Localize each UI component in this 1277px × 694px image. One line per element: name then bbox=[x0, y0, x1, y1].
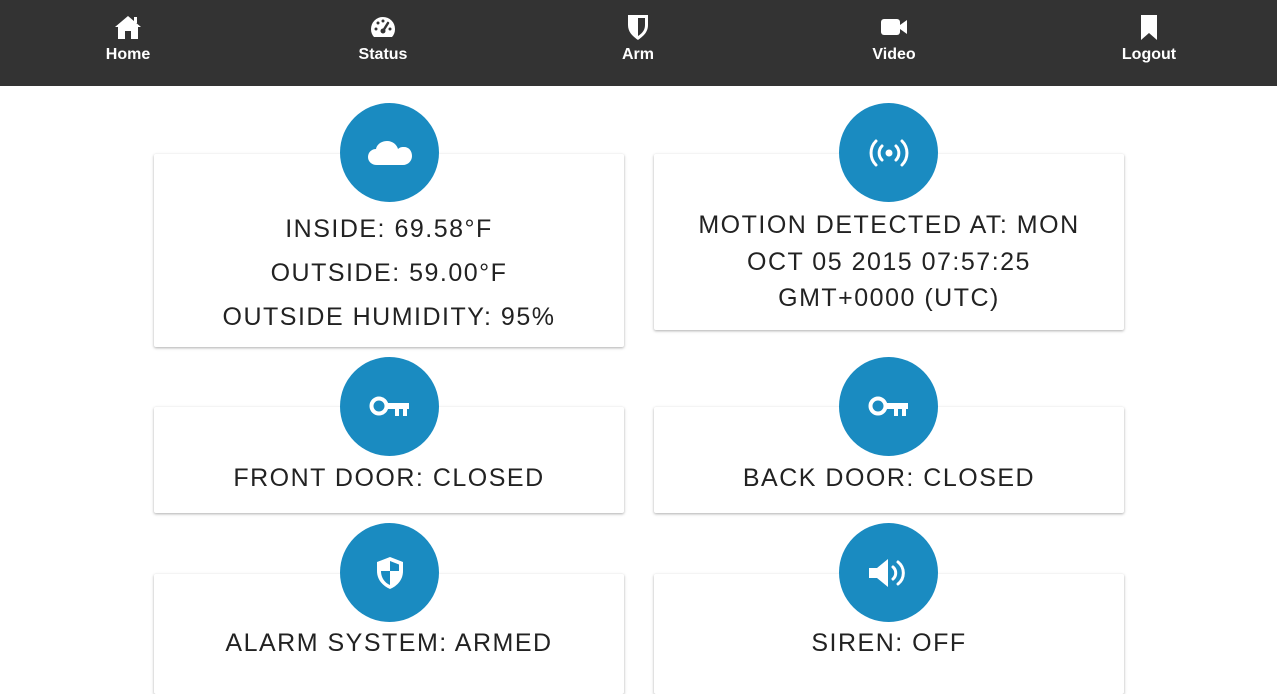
motion-line-3: GMT+0000 (UTC) bbox=[778, 284, 1000, 312]
outside-humidity: OUTSIDE HUMIDITY: 95% bbox=[222, 303, 556, 331]
nav-arm[interactable]: Arm bbox=[568, 0, 708, 86]
motion-line-1: MOTION DETECTED AT: MON bbox=[698, 211, 1080, 239]
video-camera-icon bbox=[879, 13, 909, 41]
weather-badge bbox=[340, 103, 439, 202]
outside-temperature: OUTSIDE: 59.00°F bbox=[270, 259, 508, 287]
nav-home[interactable]: Home bbox=[58, 0, 198, 86]
key-icon bbox=[369, 396, 409, 416]
back-door-badge bbox=[839, 357, 938, 456]
nav-logout[interactable]: Logout bbox=[1079, 0, 1219, 86]
front-door-status: FRONT DOOR: CLOSED bbox=[233, 464, 545, 492]
nav-video-label: Video bbox=[872, 46, 916, 63]
siren-badge bbox=[839, 523, 938, 622]
key-icon bbox=[868, 396, 908, 416]
nav-video[interactable]: Video bbox=[824, 0, 964, 86]
cloud-icon bbox=[367, 140, 412, 165]
nav-status-label: Status bbox=[358, 46, 408, 63]
dashboard-icon bbox=[368, 13, 398, 41]
nav-home-label: Home bbox=[105, 46, 151, 63]
nav-status[interactable]: Status bbox=[313, 0, 453, 86]
front-door-badge bbox=[340, 357, 439, 456]
top-navbar: Home Status Arm Video Logout bbox=[0, 0, 1277, 86]
speaker-icon bbox=[868, 558, 905, 587]
back-door-status: BACK DOOR: CLOSED bbox=[742, 464, 1036, 492]
siren-status: SIREN: OFF bbox=[811, 629, 967, 657]
home-icon bbox=[113, 13, 143, 41]
motion-badge bbox=[839, 103, 938, 202]
nav-arm-label: Arm bbox=[621, 46, 654, 63]
nav-logout-label: Logout bbox=[1121, 46, 1177, 63]
broadcast-icon bbox=[869, 139, 908, 166]
alarm-status: ALARM SYSTEM: ARMED bbox=[225, 629, 553, 657]
shield-half-icon bbox=[376, 556, 403, 589]
shield-icon bbox=[623, 13, 653, 41]
bookmark-icon bbox=[1134, 13, 1164, 41]
motion-line-2: OCT 05 2015 07:57:25 bbox=[747, 247, 1031, 276]
inside-temperature: INSIDE: 69.58°F bbox=[285, 215, 493, 243]
alarm-badge bbox=[340, 523, 439, 622]
